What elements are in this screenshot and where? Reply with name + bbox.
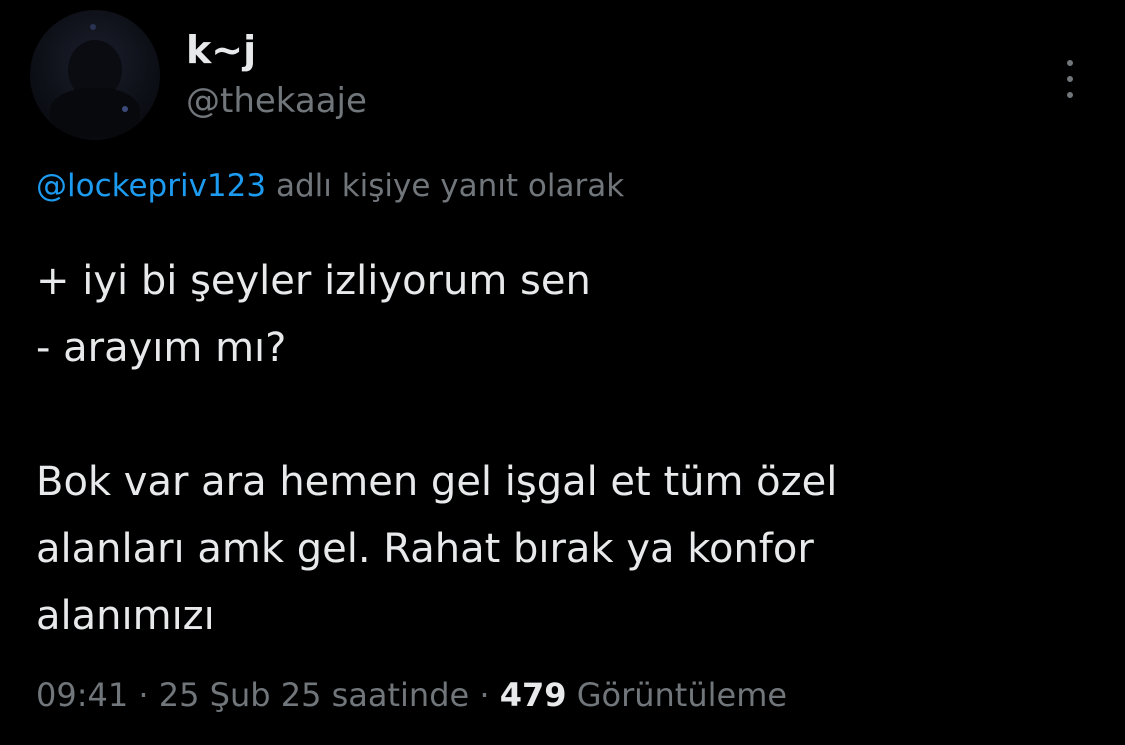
avatar-figure-body xyxy=(50,88,140,138)
tweet-text-line: + iyi bi şeyler izliyorum sen xyxy=(36,258,591,304)
tweet-text-line: Bok var ara hemen gel işgal et tüm özel xyxy=(36,459,838,505)
more-dot xyxy=(1067,60,1073,66)
more-dot xyxy=(1067,92,1073,98)
tweet-meta: 09:41 · 25 Şub 25 saatinde · 479 Görüntü… xyxy=(36,672,787,718)
tweet-time[interactable]: 09:41 xyxy=(36,676,128,714)
tweet-text-line: alanımızı xyxy=(36,593,215,639)
avatar[interactable] xyxy=(30,10,160,140)
reply-context: @lockepriv123 adlı kişiye yanıt olarak xyxy=(36,166,624,206)
tweet-text: + iyi bi şeyler izliyorum sen - arayım m… xyxy=(36,248,1086,650)
more-dot xyxy=(1067,76,1073,82)
meta-separator: · xyxy=(128,676,159,714)
author-handle[interactable]: @thekaaje xyxy=(186,80,367,122)
reply-context-text: adlı kişiye yanıt olarak xyxy=(266,168,625,204)
more-vertical-icon[interactable] xyxy=(1058,50,1082,110)
views-label: Görüntüleme xyxy=(566,676,788,714)
tweet-text-line: alanları amk gel. Rahat bırak ya konfor xyxy=(36,526,814,572)
tweet: k~j @thekaaje @lockepriv123 adlı kişiye … xyxy=(0,0,1125,745)
meta-separator: · xyxy=(469,676,500,714)
author-display-name[interactable]: k~j xyxy=(186,28,256,72)
tweet-date[interactable]: 25 Şub 25 saatinde xyxy=(159,676,469,714)
reply-mention-link[interactable]: @lockepriv123 xyxy=(36,168,266,204)
avatar-detail xyxy=(122,106,128,112)
tweet-text-line: - arayım mı? xyxy=(36,325,287,371)
avatar-detail xyxy=(90,24,96,30)
views-count[interactable]: 479 xyxy=(500,676,567,714)
